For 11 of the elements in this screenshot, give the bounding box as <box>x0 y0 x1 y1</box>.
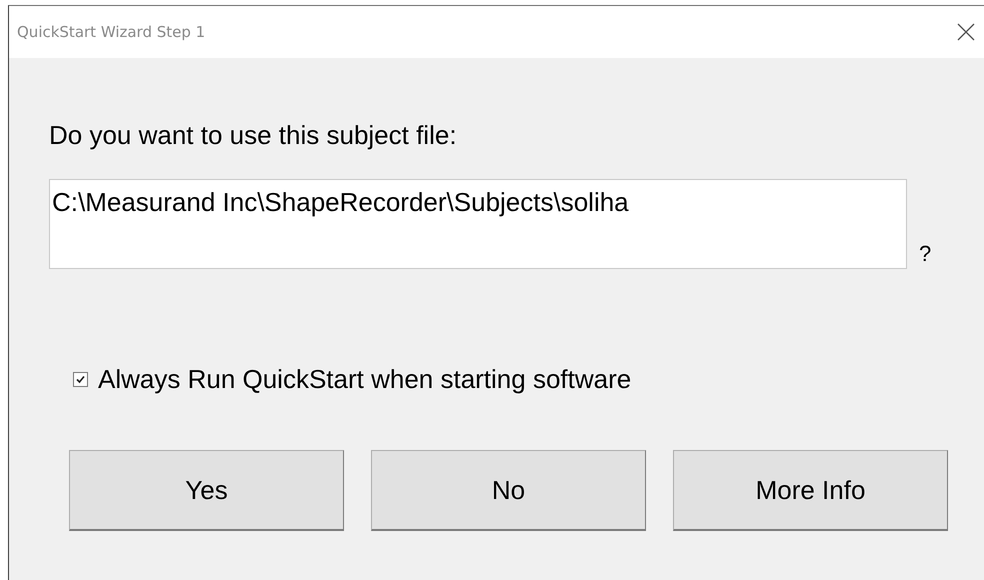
prompt-text: Do you want to use this subject file: <box>49 120 457 151</box>
dialog-button[interactable]: More Info <box>673 450 948 531</box>
checkbox[interactable] <box>73 372 88 387</box>
dialog-button[interactable]: Yes <box>69 450 344 531</box>
checkbox-label: Always Run QuickStart when starting software <box>98 364 632 395</box>
checkmark-icon <box>75 374 86 385</box>
close-icon[interactable] <box>956 22 976 42</box>
file-path-field[interactable]: C:\Measurand Inc\ShapeRecorder\Subjects\soliha <box>49 179 907 269</box>
window-title: QuickStart Wizard Step 1 <box>17 23 206 41</box>
help-mark: ? <box>919 241 932 267</box>
dialog-button[interactable]: No <box>371 450 646 531</box>
